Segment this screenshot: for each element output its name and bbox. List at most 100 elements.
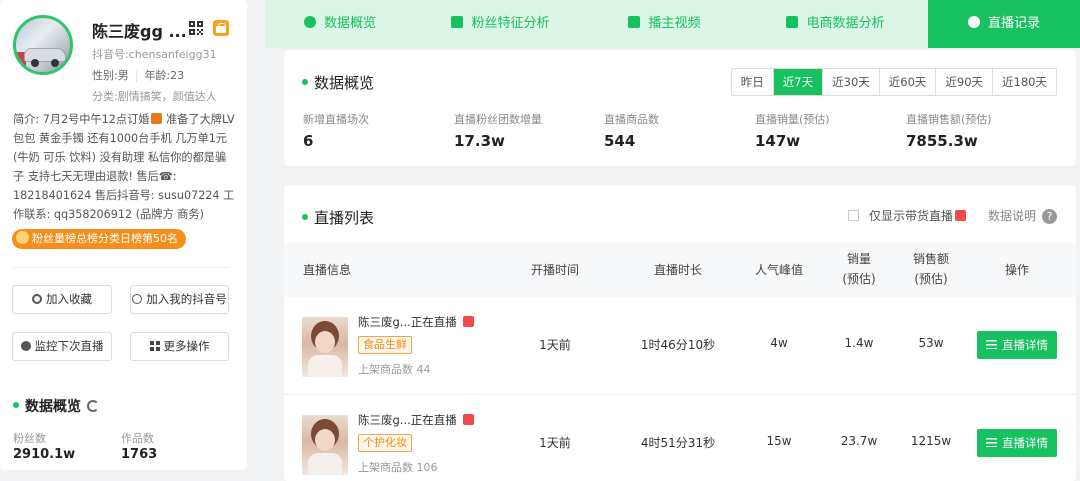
stat-label: 直播粉丝团数增量	[454, 113, 542, 126]
revenue: 53w	[918, 336, 944, 350]
col-start-time: 开播时间	[530, 263, 579, 277]
sales: 1.4w	[844, 336, 874, 350]
live-list-title: 直播列表	[302, 207, 374, 228]
tab-label: 播主视频	[648, 16, 701, 31]
monitor-next-live-label: 监控下次直播	[34, 339, 104, 353]
list-icon	[986, 438, 997, 447]
overview-title: 数据概览	[302, 72, 374, 93]
live-title-text: 陈三废g...正在直播	[358, 413, 457, 427]
favorite-icon	[32, 294, 42, 304]
stat-value: 17.3w	[454, 132, 505, 150]
douyin-id: 抖音号:chensanfeigg31	[92, 48, 217, 61]
stat-value: 6	[303, 132, 314, 150]
rank-badge-label: 粉丝量榜总榜分类日榜第50名	[32, 232, 178, 245]
data-explain-label: 数据说明	[987, 209, 1036, 223]
peak-popularity: 15w	[766, 434, 792, 448]
stat-fan-club-growth: 直播粉丝团数增量 17.3w	[454, 111, 542, 150]
fans-value: 2910.1w	[13, 447, 76, 462]
table-row[interactable]: 陈三废g...正在直播 个护化妆 上架商品数 106 1天前 4时51分31秒 …	[284, 395, 1076, 481]
left-overview-title: 数据概览	[13, 396, 99, 416]
sales: 23.7w	[840, 434, 878, 448]
data-explain-link[interactable]: 数据说明?	[988, 207, 1057, 224]
qr-code-icon[interactable]	[189, 21, 203, 35]
tab-data-overview[interactable]: 数据概览	[265, 0, 415, 48]
add-my-douyin-label: 加入我的抖音号	[146, 292, 227, 306]
grid-icon	[149, 341, 160, 351]
monitor-next-live-button[interactable]: 监控下次直播	[12, 332, 112, 361]
add-my-douyin-button[interactable]: 加入我的抖音号	[130, 285, 229, 314]
tab-creator-videos[interactable]: 播主视频	[586, 0, 743, 48]
col-revenue-line1: 销售额	[912, 252, 949, 266]
rank-badge[interactable]: 粉丝量榜总榜分类日榜第50名	[12, 229, 186, 249]
tab-live-records[interactable]: 直播记录	[928, 0, 1080, 48]
monitor-icon	[20, 341, 31, 351]
stat-label: 直播商品数	[604, 113, 659, 126]
col-sales-line2: (预估)	[842, 272, 876, 286]
revenue: 1215w	[910, 434, 952, 448]
goods-count: 上架商品数 44	[358, 363, 431, 376]
bar-chart-icon	[786, 16, 799, 28]
duration: 4时51分31秒	[640, 436, 716, 450]
overview-card: 数据概览 昨日 近7天 近30天 近60天 近90天 近180天 新增直播场次 6…	[284, 50, 1076, 166]
only-goods-checkbox[interactable]	[847, 210, 859, 221]
tab-fan-features[interactable]: 粉丝特征分析	[415, 0, 586, 48]
tab-label: 粉丝特征分析	[471, 16, 550, 31]
help-icon[interactable]: ?	[1042, 209, 1057, 224]
range-yesterday[interactable]: 昨日	[732, 69, 774, 95]
live-detail-button[interactable]: 直播详情	[977, 429, 1057, 457]
live-cover-thumbnail[interactable]	[302, 415, 348, 475]
live-title-text: 陈三废g...正在直播	[358, 315, 457, 329]
col-sales: 销量 (预估)	[819, 249, 899, 289]
tab-label: 数据概览	[323, 16, 376, 31]
avatar[interactable]	[13, 15, 73, 75]
stat-live-sales: 直播销量(预估) 147w	[755, 111, 830, 150]
tab-label: 直播记录	[987, 16, 1040, 31]
start-time: 1天前	[539, 436, 571, 450]
tab-bar: 数据概览 粉丝特征分析 播主视频 电商数据分析 直播记录	[265, 0, 1080, 48]
left-overview-title-text: 数据概览	[25, 399, 81, 415]
date-range-selector: 昨日 近7天 近30天 近60天 近90天 近180天	[730, 68, 1057, 96]
more-actions-button[interactable]: 更多操作	[130, 332, 229, 361]
table-row[interactable]: 陈三废g...正在直播 食品生鲜 上架商品数 44 1天前 1时46分10秒 4…	[284, 297, 1076, 395]
live-detail-label: 直播详情	[1002, 338, 1048, 352]
works-label: 作品数	[121, 432, 154, 445]
col-revenue-line2: (预估)	[914, 272, 948, 286]
live-list-card: 直播列表 仅显示带货直播 数据说明? 直播信息 开播时间 直播时长 人气峰值 销…	[284, 185, 1076, 481]
live-title[interactable]: 陈三废g...正在直播	[358, 412, 474, 428]
green-dot-icon	[302, 214, 308, 220]
pie-chart-icon	[303, 16, 316, 28]
stat-new-live-sessions: 新增直播场次 6	[303, 111, 369, 150]
divider	[13, 267, 229, 268]
range-180-days[interactable]: 近180天	[993, 69, 1056, 95]
col-sales-line1: 销量	[846, 252, 871, 266]
range-30-days[interactable]: 近30天	[823, 69, 880, 95]
col-live-info: 直播信息	[303, 263, 352, 277]
profile-panel: 陈三废gg ... 抖音号:chensanfeigg31 性别:男 | 年龄:23 …	[0, 0, 247, 470]
live-detail-button[interactable]: 直播详情	[977, 331, 1057, 359]
list-icon	[986, 340, 997, 349]
crown-icon	[16, 231, 29, 244]
intro-text-2: 准备了大牌LV包包 黄金手镯 还有1000台手机 几万单1元(牛奶 可乐 饮料)…	[13, 113, 235, 221]
overview-title-text: 数据概览	[314, 74, 375, 92]
refresh-icon[interactable]	[87, 400, 99, 412]
only-goods-filter[interactable]: 仅显示带货直播	[847, 207, 966, 224]
tab-ecommerce-analysis[interactable]: 电商数据分析	[743, 0, 928, 48]
col-duration: 直播时长	[653, 263, 702, 277]
gender-age: 性别:男 | 年龄:23	[92, 69, 185, 82]
live-title[interactable]: 陈三废g...正在直播	[358, 314, 474, 330]
id-card-icon	[451, 16, 464, 28]
video-icon	[628, 16, 641, 28]
shop-icon[interactable]	[213, 20, 229, 36]
add-favorite-button[interactable]: 加入收藏	[12, 285, 112, 314]
range-90-days[interactable]: 近90天	[936, 69, 994, 95]
intro-text-1: 简介: 7月2号中午12点订婚	[13, 113, 150, 126]
stat-label: 新增直播场次	[303, 113, 369, 126]
start-time: 1天前	[539, 338, 571, 352]
clock-icon	[967, 16, 980, 28]
live-cover-thumbnail[interactable]	[302, 317, 348, 377]
category: 分类:剧情搞笑，颜值达人	[92, 90, 217, 103]
age: 年龄:23	[144, 69, 185, 82]
range-7-days[interactable]: 近7天	[773, 69, 824, 95]
gift-icon	[150, 113, 162, 124]
range-60-days[interactable]: 近60天	[880, 69, 937, 95]
